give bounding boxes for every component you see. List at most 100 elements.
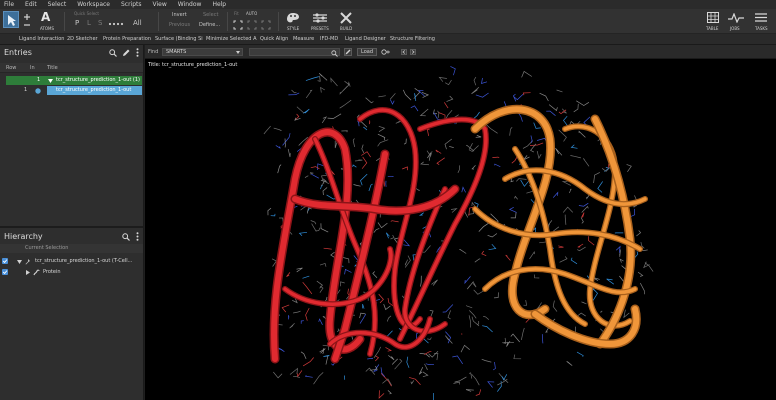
column-in[interactable]: In	[30, 65, 35, 71]
atom-bond-wire	[536, 151, 542, 160]
atom-bond-wire	[429, 310, 434, 317]
atom-bond-wire	[406, 356, 410, 368]
atom-bond-wire	[559, 256, 568, 263]
workflow-quick-align[interactable]: Quick Align	[260, 36, 288, 42]
quick-select-p[interactable]: P	[75, 19, 79, 27]
workflow-measure[interactable]: Measure	[293, 36, 314, 42]
quick-select-l[interactable]: L	[87, 19, 91, 27]
atom-bond-wire	[492, 156, 500, 159]
entry-row[interactable]: 1 tcr_structure_prediction_1-out	[6, 86, 142, 95]
column-title[interactable]: Title	[47, 65, 58, 71]
workflow-2d-sketcher[interactable]: 2D Sketcher	[67, 36, 98, 42]
find-options-icon[interactable]	[381, 49, 390, 56]
atom-bond-wire	[471, 165, 476, 170]
column-row[interactable]: Row	[6, 65, 16, 71]
atom-bond-wire	[320, 178, 327, 182]
menu-help[interactable]: Help	[212, 1, 226, 8]
tasks-list-icon[interactable]	[755, 12, 767, 23]
atom-bond-wire	[487, 233, 498, 238]
atom-bond-wire	[378, 390, 385, 399]
atoms-icon[interactable]: A	[41, 10, 50, 24]
atom-bond-wire	[460, 344, 470, 353]
invert-button[interactable]: Invert	[172, 12, 187, 18]
checkbox-checked-icon[interactable]	[2, 269, 8, 275]
presets-sliders-icon[interactable]	[312, 12, 328, 24]
group-expand-triangle-icon[interactable]	[48, 79, 53, 83]
workflow-ligand-designer[interactable]: Ligand Designer	[345, 36, 386, 42]
menu-file[interactable]: File	[4, 1, 14, 8]
find-pattern-input[interactable]	[249, 48, 340, 56]
atom-bond-wire	[570, 144, 578, 149]
jobs-monitor-icon[interactable]	[728, 13, 744, 23]
build-tools-icon[interactable]	[339, 11, 353, 24]
select-all-button[interactable]: All	[133, 19, 142, 27]
menu-scripts[interactable]: Scripts	[121, 1, 142, 8]
presets-label: PRESETS	[311, 26, 329, 31]
define-button[interactable]: Define...	[199, 22, 220, 28]
atom-bond-wire	[298, 231, 308, 236]
in-workspace-indicator-icon[interactable]	[35, 87, 41, 94]
entry-group-row[interactable]: 1 tcr_structure_prediction_1-out (1)	[6, 76, 142, 85]
tasks-label: TASKS	[755, 26, 768, 31]
select-tool-button[interactable]	[3, 11, 19, 28]
atom-bond-wire	[497, 381, 502, 392]
atom-bond-wire	[566, 361, 573, 366]
more-dots-icon[interactable]	[108, 22, 126, 26]
checkbox-checked-icon[interactable]	[2, 258, 8, 264]
menu-view[interactable]: View	[153, 1, 167, 8]
atom-bond-wire	[473, 76, 477, 86]
load-button[interactable]: Load	[357, 48, 377, 56]
workflow-ifd-md[interactable]: IFD-MD	[320, 36, 338, 42]
search-icon[interactable]	[331, 49, 338, 57]
workflow-surface[interactable]: Surface (Binding Si	[155, 36, 203, 42]
atoms-label: ATOMS	[40, 26, 55, 31]
workflow-protein-preparation[interactable]: Protein Preparation	[103, 36, 151, 42]
more-options-icon[interactable]	[136, 48, 139, 57]
menu-workspace[interactable]: Workspace	[77, 1, 110, 8]
atom-bond-wire	[606, 278, 615, 285]
previous-match-icon[interactable]	[401, 49, 407, 55]
atom-bond-wire	[377, 133, 386, 141]
menu-select[interactable]: Select	[48, 1, 67, 8]
previous-button[interactable]: Previous	[169, 22, 190, 28]
add-remove-icon[interactable]	[23, 13, 31, 29]
search-icon[interactable]	[122, 233, 130, 241]
find-mode-select[interactable]: SMARTS	[162, 48, 243, 56]
atom-bond-wire	[475, 134, 482, 138]
atom-bond-wire	[529, 251, 536, 260]
menu-window[interactable]: Window	[178, 1, 202, 8]
search-icon[interactable]	[109, 49, 117, 57]
workflow-structure-filtering[interactable]: Structure Filtering	[390, 36, 435, 42]
next-match-icon[interactable]	[410, 49, 416, 55]
panel-divider[interactable]	[0, 226, 143, 228]
workflow-ligand-interaction[interactable]: Ligand Interaction	[19, 36, 64, 42]
fit-view-icons[interactable]	[233, 20, 273, 30]
atom-bond-wire	[373, 228, 380, 233]
load-label: Load	[361, 49, 373, 55]
edit-pencil-icon[interactable]	[122, 49, 130, 57]
find-label: Find	[148, 49, 159, 55]
table-label: TABLE	[706, 26, 719, 31]
atom-bond-wire	[313, 372, 324, 385]
expand-triangle-icon[interactable]	[17, 259, 22, 264]
find-pen-button[interactable]	[344, 48, 352, 56]
hierarchy-root-row[interactable]: tcr_structure_prediction_1-out (T-Cell..…	[0, 257, 143, 266]
atom-bond-wire	[563, 115, 569, 127]
atom-bond-wire	[424, 350, 432, 355]
more-options-icon[interactable]	[136, 232, 139, 241]
menu-edit[interactable]: Edit	[25, 1, 37, 8]
select-button[interactable]: Select	[203, 12, 218, 18]
workflow-minimize[interactable]: Minimize Selected A	[206, 36, 257, 42]
workspace-3d-view[interactable]: Title: tcr_structure_prediction_1-out	[145, 59, 776, 400]
hierarchy-title: Hierarchy	[4, 232, 43, 241]
atom-bond-wire	[294, 117, 301, 121]
atom-bond-wire	[383, 303, 391, 311]
atom-bond-wire	[389, 93, 396, 100]
hierarchy-child-row[interactable]: Protein	[0, 268, 143, 277]
auto-fit-toggle[interactable]: AUTO	[246, 11, 257, 16]
style-palette-icon[interactable]	[286, 12, 300, 24]
table-grid-icon[interactable]	[707, 12, 719, 23]
quick-select-s[interactable]: S	[98, 19, 102, 27]
collapse-triangle-icon[interactable]	[26, 270, 30, 275]
atom-bond-wire	[303, 108, 310, 114]
